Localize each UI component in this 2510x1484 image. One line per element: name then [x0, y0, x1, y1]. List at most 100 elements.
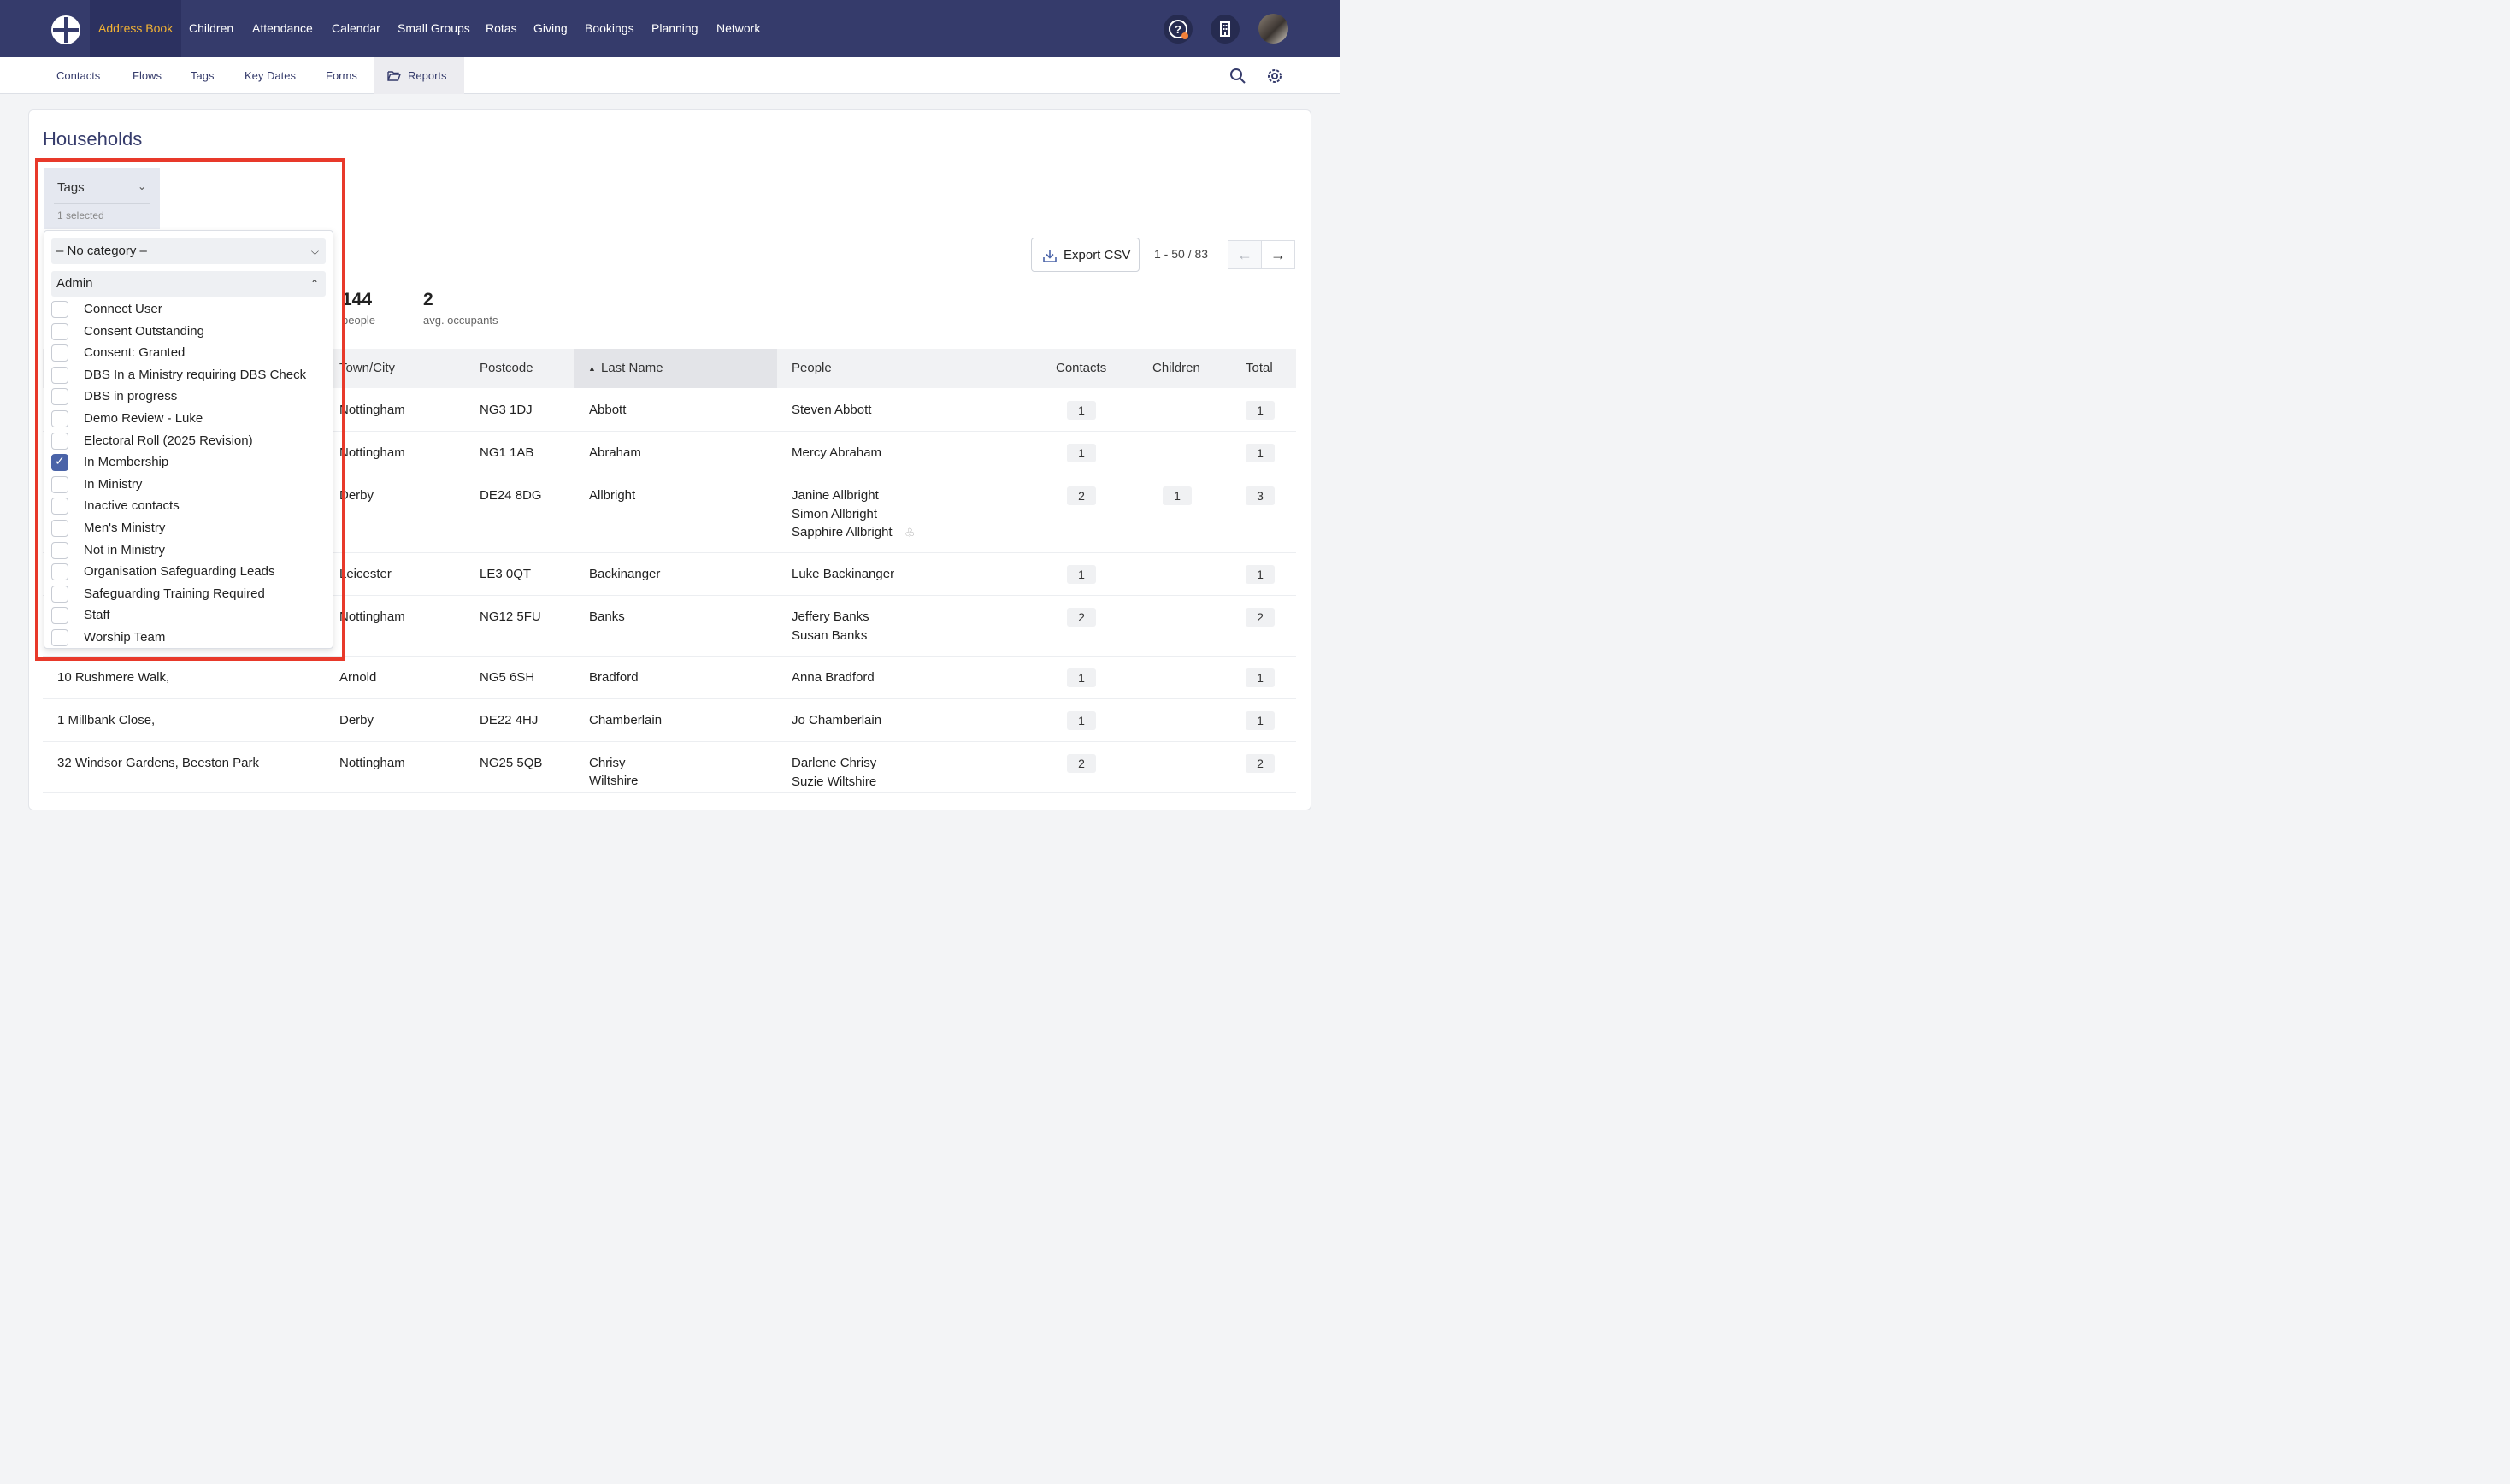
category-no-category[interactable]: – No category – ⌵ — [51, 238, 326, 264]
table-row[interactable]: 1 Millbank Close, Derby DE22 4HJ Chamberlai… — [43, 699, 1296, 742]
column-header-last-name[interactable]: ▲ Last Name — [574, 349, 777, 388]
category-admin[interactable]: Admin ⌃ — [51, 271, 326, 297]
tag-option[interactable]: Electoral Roll (2025 Revision) — [51, 431, 325, 451]
tag-option[interactable]: Inactive contacts — [51, 496, 325, 516]
tag-option[interactable]: Staff — [51, 605, 325, 626]
tag-checkbox[interactable] — [51, 454, 68, 472]
tag-option[interactable]: Men's Ministry — [51, 518, 325, 539]
next-page-button[interactable]: → — [1261, 240, 1295, 269]
cell-town: Nottingham — [339, 445, 405, 460]
cell-town: Leicester — [339, 567, 392, 581]
tag-checkbox[interactable] — [51, 301, 68, 318]
tags-filter-button[interactable]: Tags ⌄ 1 selected — [44, 168, 160, 229]
cell-person-name: Darlene Chrisy — [792, 756, 877, 770]
tag-checkbox[interactable] — [51, 541, 68, 559]
nav-item-address-book[interactable]: Address Book — [90, 0, 182, 57]
building-icon[interactable] — [1211, 15, 1240, 44]
tag-option[interactable]: In Ministry — [51, 474, 325, 495]
column-header-postcode[interactable]: Postcode — [480, 349, 533, 388]
total-count-badge: 2 — [1246, 754, 1275, 773]
tag-option[interactable]: Consent Outstanding — [51, 321, 325, 342]
table-row[interactable]: 32 Windsor Gardens, Beeston Park Nottingh… — [43, 742, 1296, 793]
tag-checkbox[interactable] — [51, 366, 68, 384]
tag-checkbox[interactable] — [51, 344, 68, 362]
tag-checkbox[interactable] — [51, 520, 68, 537]
nav-item-network[interactable]: Network — [716, 0, 760, 57]
tag-checkbox[interactable] — [51, 475, 68, 493]
cell-address: 1 Millbank Close, — [57, 713, 156, 727]
tag-option[interactable]: Organisation Safeguarding Leads — [51, 562, 325, 582]
sub-navbar: Contacts Flows Tags Key Dates Forms Repo… — [0, 57, 1340, 94]
stat-people-value: 144 — [342, 290, 373, 309]
column-header-town[interactable]: Town/City — [339, 349, 395, 388]
download-icon — [1043, 250, 1057, 262]
cell-person-name: Susan Banks — [792, 627, 868, 643]
tag-option[interactable]: DBS In a Ministry requiring DBS Check — [51, 365, 325, 386]
tag-option[interactable]: Not in Ministry — [51, 540, 325, 561]
tag-option[interactable]: In Membership — [51, 452, 325, 473]
contacts-count-badge: 2 — [1067, 486, 1096, 505]
nav-item-rotas[interactable]: Rotas — [486, 0, 517, 57]
export-csv-button[interactable]: Export CSV — [1031, 238, 1140, 272]
search-icon[interactable] — [1229, 68, 1246, 85]
subnav-flows[interactable]: Flows — [133, 57, 162, 94]
app-logo-icon[interactable] — [50, 14, 82, 46]
nav-item-attendance[interactable]: Attendance — [252, 0, 313, 57]
tag-option-label: Not in Ministry — [84, 542, 166, 557]
nav-item-children[interactable]: Children — [189, 0, 233, 57]
subnav-forms[interactable]: Forms — [326, 57, 357, 94]
tags-filter-label: Tags — [57, 180, 85, 195]
sort-ascending-icon: ▲ — [588, 364, 596, 373]
cell-town: Derby — [339, 488, 374, 503]
cell-person-name: Anna Bradford — [792, 670, 875, 685]
tag-checkbox[interactable] — [51, 432, 68, 450]
user-avatar[interactable] — [1258, 14, 1288, 44]
table-row[interactable]: 10 Rushmere Walk, Arnold NG5 6SH Bradford An… — [43, 657, 1296, 699]
column-header-children[interactable]: Children — [1152, 349, 1200, 388]
divider — [54, 203, 150, 204]
tag-checkbox[interactable] — [51, 607, 68, 625]
subnav-contacts[interactable]: Contacts — [56, 57, 100, 94]
column-header-people[interactable]: People — [792, 349, 832, 388]
tag-checkbox[interactable] — [51, 585, 68, 603]
chevron-down-icon: ⌄ — [137, 180, 146, 192]
subnav-reports[interactable]: Reports — [374, 57, 464, 94]
tag-checkbox[interactable] — [51, 498, 68, 515]
stat-avg-label: avg. occupants — [423, 314, 498, 327]
tag-option[interactable]: Safeguarding Training Required — [51, 584, 325, 604]
category-label: Admin — [56, 276, 93, 291]
tag-checkbox[interactable] — [51, 322, 68, 340]
tag-option[interactable]: Demo Review - Luke — [51, 409, 325, 429]
cell-last-name: Chamberlain — [589, 713, 663, 727]
contacts-count-badge: 1 — [1067, 444, 1096, 462]
tag-option[interactable]: Connect User — [51, 299, 325, 320]
cell-postcode: LE3 0QT — [480, 567, 532, 581]
settings-gear-icon[interactable] — [1265, 67, 1284, 85]
tag-checkbox[interactable] — [51, 388, 68, 406]
column-header-contacts[interactable]: Contacts — [1056, 349, 1106, 388]
subnav-key-dates[interactable]: Key Dates — [245, 57, 296, 94]
cell-postcode: DE24 8DG — [480, 488, 542, 503]
total-count-badge: 1 — [1246, 565, 1275, 584]
nav-item-bookings[interactable]: Bookings — [585, 0, 634, 57]
subnav-tags[interactable]: Tags — [191, 57, 214, 94]
column-header-total[interactable]: Total — [1246, 349, 1273, 388]
tag-checkbox[interactable] — [51, 629, 68, 646]
cell-person-name: Jo Chamberlain — [792, 713, 882, 727]
child-shirt-icon: ♧ — [904, 526, 916, 539]
tag-option[interactable]: Worship Team — [51, 627, 325, 648]
tag-checkbox[interactable] — [51, 410, 68, 427]
cell-town: Nottingham — [339, 756, 405, 770]
tag-checkbox[interactable] — [51, 563, 68, 581]
nav-item-giving[interactable]: Giving — [533, 0, 568, 57]
nav-item-calendar[interactable]: Calendar — [332, 0, 380, 57]
nav-item-small-groups[interactable]: Small Groups — [398, 0, 470, 57]
prev-page-button[interactable]: ← — [1228, 240, 1262, 269]
cell-person-name: Steven Abbott — [792, 403, 872, 417]
cell-town: Arnold — [339, 670, 377, 685]
tag-option[interactable]: Consent: Granted — [51, 343, 325, 363]
tag-option[interactable]: DBS in progress — [51, 386, 325, 407]
nav-item-planning[interactable]: Planning — [651, 0, 698, 57]
cell-last-name: Chrisy Wiltshire — [589, 756, 639, 788]
help-icon[interactable]: ? — [1164, 15, 1193, 44]
